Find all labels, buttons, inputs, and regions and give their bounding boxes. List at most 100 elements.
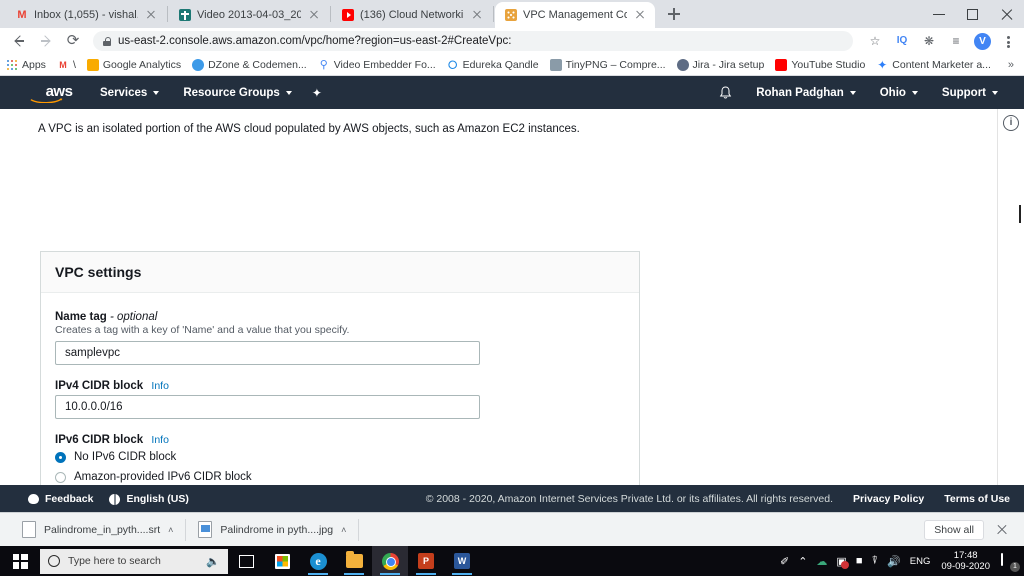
privacy-policy-link[interactable]: Privacy Policy [853, 493, 924, 505]
taskbar-word[interactable]: W [444, 546, 480, 576]
battery-icon[interactable]: ■ [856, 555, 863, 567]
notification-center-icon[interactable]: 1 [1001, 552, 1020, 572]
chevron-down-icon [911, 90, 918, 95]
reload-icon[interactable]: ⟳ [62, 30, 84, 52]
feedback-link[interactable]: Feedback [28, 493, 93, 505]
bookmark-star-icon[interactable]: ☆ [866, 32, 884, 50]
nav-support[interactable]: Support [930, 76, 1010, 109]
back-button[interactable] [8, 30, 30, 52]
image-file-icon [198, 521, 213, 538]
bookmark-gmail[interactable]: M \ [57, 59, 76, 71]
chrome-menu-icon[interactable] [1000, 32, 1016, 50]
iq-icon[interactable]: IQ [893, 32, 911, 50]
browser-tab-vpc-console[interactable]: VPC Management Console [495, 2, 655, 28]
close-window-button[interactable] [990, 0, 1024, 28]
panel-header: VPC settings [41, 252, 639, 293]
close-icon[interactable] [144, 8, 158, 22]
close-icon[interactable] [633, 8, 647, 22]
bookmark-google-analytics[interactable]: Google Analytics [86, 58, 181, 71]
toolbar-icons: ☆ IQ ❋ ≡ V [858, 32, 1016, 50]
bookmark-label: Content Marketer a... [892, 58, 991, 71]
aws-logo[interactable]: aws [30, 83, 88, 103]
radio-amazon-provided-ipv6[interactable]: Amazon-provided IPv6 CIDR block [55, 468, 625, 485]
radio-icon[interactable] [55, 471, 66, 483]
forward-button[interactable] [35, 30, 57, 52]
nav-account[interactable]: Rohan Padghan [744, 76, 868, 109]
bookmark-content-marketer[interactable]: ✦ Content Marketer a... [876, 59, 991, 71]
radio-label: No IPv6 CIDR block [74, 451, 177, 463]
bookmark-tinypng[interactable]: TinyPNG – Compre... [549, 58, 666, 71]
bookmark-apps[interactable]: Apps [6, 58, 46, 71]
bookmark-video-embedder[interactable]: ⚲ Video Embedder Fo... [318, 59, 436, 71]
info-rail: i [997, 109, 1024, 485]
taskbar-microsoft-edge[interactable]: e [300, 546, 336, 576]
tab-strip: M Inbox (1,055) - vishal.p@greatlea Vide… [0, 0, 1024, 28]
terms-of-use-link[interactable]: Terms of Use [944, 493, 1010, 505]
close-downloads-icon[interactable] [994, 522, 1010, 538]
clock-time: 17:48 [953, 550, 978, 561]
field-ipv6-cidr: IPv6 CIDR block Info No IPv6 CIDR block … [55, 434, 625, 485]
wifi-icon[interactable]: ⍒ [871, 555, 878, 568]
download-item-jpg[interactable]: Palindrome in pyth....jpg ˄ [186, 517, 358, 543]
pen-workspace-icon[interactable]: ✐ [780, 555, 789, 568]
info-icon[interactable]: i [1003, 115, 1019, 131]
download-item-srt[interactable]: Palindrome_in_pyth....srt ˄ [10, 517, 185, 543]
notifications-bell-icon[interactable] [707, 76, 744, 109]
extensions-puzzle-icon[interactable]: ❋ [920, 32, 938, 50]
taskbar-powerpoint[interactable]: P [408, 546, 444, 576]
nav-resource-groups[interactable]: Resource Groups [171, 76, 304, 109]
profile-avatar[interactable]: V [974, 32, 991, 50]
maximize-button[interactable] [956, 0, 990, 28]
chevron-up-icon[interactable]: ˄ [168, 525, 173, 535]
volume-icon[interactable]: 🔊 [887, 555, 901, 568]
browser-tab-gmail[interactable]: M Inbox (1,055) - vishal.p@greatlea [6, 2, 166, 28]
language-selector[interactable]: English (US) [109, 493, 189, 505]
new-tab-button[interactable] [661, 1, 687, 27]
task-view-button[interactable] [228, 546, 264, 576]
taskbar-search-input[interactable]: Type here to search 🔈 [40, 548, 228, 574]
radio-no-ipv6[interactable]: No IPv6 CIDR block [55, 448, 625, 466]
close-icon[interactable] [307, 8, 321, 22]
taskbar-microsoft-store[interactable] [264, 546, 300, 576]
radio-icon-selected[interactable] [55, 451, 66, 463]
browser-tab-video[interactable]: Video 2013-04-03_2020-09-09 G [169, 2, 329, 28]
ipv4-cidr-input[interactable]: 10.0.0.0/16 [55, 395, 480, 419]
name-tag-label: Name tag - optional [55, 311, 625, 323]
tab-title: (136) Cloud Networking With AW [360, 9, 464, 21]
bookmarks-overflow-icon[interactable]: » [1008, 59, 1014, 71]
notification-bubble-icon [1001, 552, 1003, 566]
show-all-downloads-button[interactable]: Show all [924, 519, 984, 540]
bookmark-label: Edureka Qandle [462, 58, 539, 71]
chevron-up-icon[interactable]: ˄ [341, 525, 346, 535]
browser-tab-youtube[interactable]: (136) Cloud Networking With AW [332, 2, 492, 28]
onedrive-icon[interactable]: ☁ [816, 555, 827, 568]
language-indicator[interactable]: ENG [910, 556, 931, 567]
system-alert-icon[interactable]: ▣ [836, 555, 849, 569]
info-link[interactable]: Info [151, 380, 169, 392]
info-link[interactable]: Info [151, 434, 169, 446]
pin-icon[interactable]: ✦ [312, 86, 322, 100]
start-button[interactable] [0, 546, 40, 576]
bookmark-label: Video Embedder Fo... [333, 58, 436, 71]
bell-icon [719, 85, 732, 98]
reading-list-icon[interactable]: ≡ [947, 32, 965, 50]
diamond-icon: ✦ [877, 57, 888, 72]
footer-right: © 2008 - 2020, Amazon Internet Services … [426, 493, 1010, 505]
bookmark-edureka-qandle[interactable]: ⭘ Edureka Qandle [447, 59, 539, 71]
name-tag-input[interactable]: samplevpc [55, 341, 480, 365]
microphone-icon[interactable]: 🔈 [206, 555, 220, 568]
nav-region[interactable]: Ohio [868, 76, 930, 109]
taskbar-google-chrome[interactable] [372, 546, 408, 576]
nav-services[interactable]: Services [88, 76, 171, 109]
address-bar[interactable]: us-east-2.console.aws.amazon.com/vpc/hom… [93, 31, 853, 51]
taskbar-file-explorer[interactable] [336, 546, 372, 576]
minimize-button[interactable] [922, 0, 956, 28]
bookmark-jira[interactable]: Jira - Jira setup [676, 58, 764, 71]
tray-overflow-icon[interactable]: ⌃ [798, 555, 807, 568]
bookmark-dzone[interactable]: DZone & Codemen... [192, 58, 307, 71]
footer-left: Feedback English (US) [28, 493, 189, 505]
bookmark-youtube-studio[interactable]: YouTube Studio [775, 58, 865, 71]
clock[interactable]: 17:48 09-09-2020 [939, 550, 992, 572]
windows-taskbar: Type here to search 🔈 e P W ✐ ⌃ ☁ ■ ⍒ 🔊 … [0, 546, 1024, 576]
close-icon[interactable] [470, 8, 484, 22]
